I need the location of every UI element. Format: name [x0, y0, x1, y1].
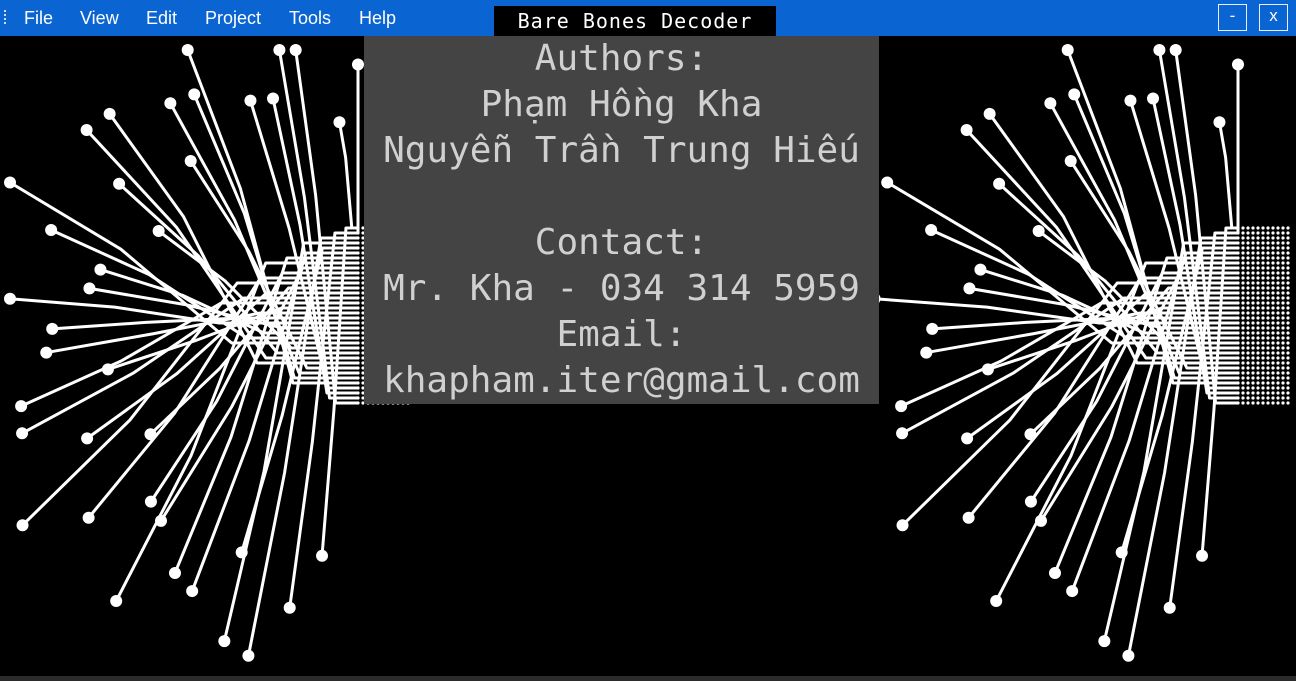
- menu-project[interactable]: Project: [205, 8, 261, 28]
- menu-help[interactable]: Help: [359, 8, 396, 28]
- close-button[interactable]: x: [1259, 4, 1288, 31]
- menu-tools[interactable]: Tools: [289, 8, 331, 28]
- email-heading: Email:: [556, 314, 687, 355]
- menu-view[interactable]: View: [80, 8, 119, 28]
- grip-icon: [4, 10, 7, 26]
- menu-bar: File View Edit Project Tools Help Bare B…: [0, 0, 1296, 36]
- author-name: Phạm Hồng Kha: [480, 84, 763, 125]
- author-name: Nguyễn Trần Trung Hiếu: [383, 130, 860, 171]
- contact-heading: Contact:: [534, 222, 709, 263]
- minimize-button[interactable]: -: [1218, 4, 1247, 31]
- authors-heading: Authors:: [534, 38, 709, 79]
- contact-phone: Mr. Kha - 034 314 5959: [383, 268, 860, 309]
- menu-edit[interactable]: Edit: [146, 8, 177, 28]
- credits-panel: Authors: Phạm Hồng Kha Nguyễn Trần Trung…: [364, 36, 879, 404]
- window-title: Bare Bones Decoder: [494, 6, 776, 36]
- status-strip: [0, 676, 1296, 681]
- menu-file[interactable]: File: [24, 8, 53, 28]
- contact-email: khapham.iter@gmail.com: [383, 360, 860, 401]
